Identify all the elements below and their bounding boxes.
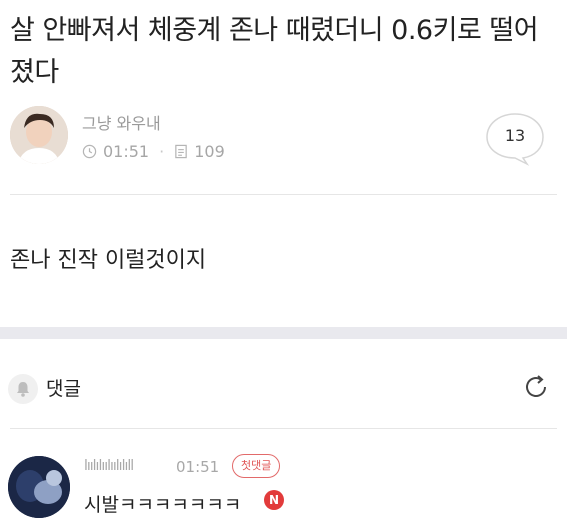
divider [10, 428, 557, 429]
post-views: 109 [194, 142, 225, 161]
comment-text: 시발ㅋㅋㅋㅋㅋㅋㅋ [84, 494, 242, 516]
section-divider [0, 327, 567, 339]
author-avatar[interactable] [10, 106, 68, 164]
post-title: 살 안빠져서 체중계 존나 때렸더니 0.6키로 떨어졌다 [10, 15, 539, 88]
avatar-photo [8, 456, 70, 518]
comment-time: 01:51 [176, 458, 220, 476]
bell-button[interactable] [8, 374, 38, 404]
author-row: 그냥 와우내 01:51 · 109 13 [10, 104, 557, 168]
post-body: 존나 진작 이럴것이지 [10, 248, 207, 273]
refresh-icon[interactable] [521, 372, 551, 402]
divider [10, 194, 557, 195]
commenter-name[interactable]: lıılılıılıılılıll [84, 458, 134, 474]
comments-header: 댓글 [0, 360, 567, 416]
meta-separator: · [159, 142, 165, 161]
new-badge: N [264, 490, 284, 510]
comments-label: 댓글 [46, 378, 81, 400]
comment-item: lıılılıılıılılıll 01:51 첫댓글 시발ㅋㅋㅋㅋㅋㅋㅋ N [0, 440, 567, 529]
document-icon [175, 144, 187, 159]
comment-count: 13 [504, 126, 526, 145]
commenter-avatar[interactable] [8, 456, 70, 518]
avatar-photo [10, 106, 68, 164]
comment-count-button[interactable]: 13 [483, 110, 547, 166]
post-time: 01:51 [103, 142, 150, 161]
post-meta: 01:51 · 109 [82, 142, 225, 161]
author-name[interactable]: 그냥 와우내 [82, 110, 161, 134]
bell-icon [17, 382, 29, 397]
clock-icon [82, 144, 97, 159]
first-comment-badge: 첫댓글 [232, 454, 281, 478]
